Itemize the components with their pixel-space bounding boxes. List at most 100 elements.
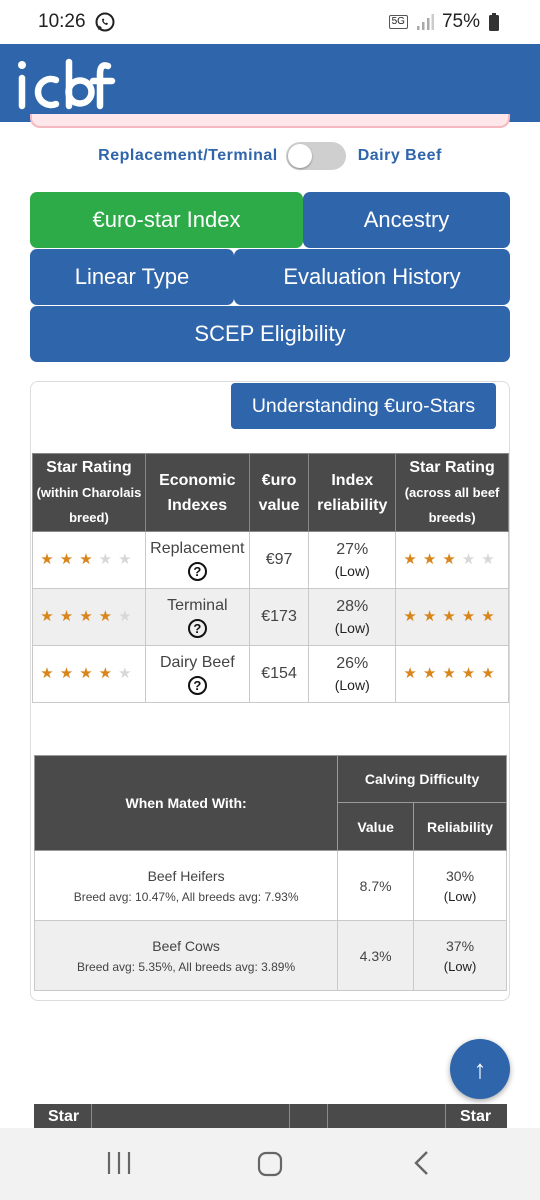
star-filled-icon: ★ [461,665,482,682]
star-filled-icon: ★ [442,608,462,625]
stars-within-cell: ★★★★★ [32,531,146,589]
star-filled-icon: ★ [79,665,99,682]
reliability-label: (Low) [334,563,370,579]
system-nav-bar [0,1128,540,1200]
breed-average: Breed avg: 10.47%, All breeds avg: 7.93% [73,889,299,904]
calving-value: 8.7% [337,850,415,921]
star-empty-icon: ★ [118,551,138,568]
recent-apps-icon[interactable] [104,1150,134,1176]
star-filled-icon: ★ [59,665,80,682]
reliability-value: 26% [336,655,369,672]
star-filled-icon: ★ [422,551,443,568]
header-when-mated-with: When Mated With: [33,755,339,851]
next-table-header: Star Star [34,1104,507,1128]
signal-icon [416,14,434,30]
toggle-knob [287,144,312,168]
reliability-value: 27% [336,541,369,558]
star-filled-icon: ★ [461,608,482,625]
star-rating: ★★★★★ [396,549,508,571]
header-calving-difficulty: Calving Difficulty [337,755,507,803]
next-table-star-header: Star [34,1104,92,1128]
tab-scep-eligibility[interactable]: SCEP Eligibility [30,306,510,362]
star-filled-icon: ★ [59,608,80,625]
tab-linear-type[interactable]: Linear Type [30,249,234,305]
alert-banner [30,114,510,128]
star-filled-icon: ★ [40,608,60,625]
index-name: Dairy Beef [159,653,235,671]
reliability-label: (Low) [334,620,370,636]
mated-with-name: Beef Cows [152,937,220,954]
star-filled-icon: ★ [403,608,423,625]
star-filled-icon: ★ [98,665,119,682]
star-filled-icon: ★ [422,608,443,625]
star-rating: ★★★★★ [33,549,145,571]
help-icon[interactable]: ? [187,618,207,638]
next-table-star-header-right: Star [460,1108,492,1125]
index-name: Replacement [150,539,245,557]
help-icon[interactable]: ? [187,675,207,695]
back-icon[interactable] [410,1149,434,1177]
stars-across-cell: ★★★★★ [395,531,509,589]
stars-within-cell: ★★★★★ [32,588,146,646]
star-filled-icon: ★ [422,665,443,682]
calving-reliability-label: (Low) [443,888,477,904]
star-filled-icon: ★ [98,608,119,625]
battery-icon [489,13,499,31]
euro-value: €97 [248,531,310,589]
header-value: Value [337,802,415,851]
star-filled-icon: ★ [442,665,462,682]
mated-with-name: Beef Heifers [147,867,225,884]
table-row: ★★★★★ Terminal? €173 28% (Low) ★★★★★ [32,588,509,646]
breed-average: Breed avg: 5.35%, All breeds avg: 3.89% [77,959,296,974]
stars-across-cell: ★★★★★ [395,645,509,703]
star-filled-icon: ★ [79,551,99,568]
understanding-euro-stars-button[interactable]: Understanding €uro-Stars [231,383,496,429]
tab-ancestry[interactable]: Ancestry [303,192,510,248]
stars-within-cell: ★★★★★ [32,645,146,703]
header-star-within: Star Rating (within Charolais breed) [32,453,146,532]
battery-percent: 75% [441,11,480,32]
header-index-reliability: Index reliability [308,453,397,532]
icbf-logo[interactable] [16,54,116,110]
status-bar: 10:26 5G 75% [0,0,540,44]
star-filled-icon: ★ [40,551,60,568]
star-filled-icon: ★ [79,608,99,625]
toggle-right-label: Dairy Beef [357,147,442,164]
star-empty-icon: ★ [98,551,119,568]
table-row: Beef Cows Breed avg: 5.35%, All breeds a… [33,920,507,991]
toggle-left-label: Replacement/Terminal [98,147,278,164]
header-star-across: Star Rating (across all beef breeds) [395,453,509,532]
calving-reliability: 30% [446,867,475,884]
calving-difficulty-table: When Mated With: Calving Difficulty Valu… [33,755,507,991]
star-filled-icon: ★ [59,551,80,568]
star-rating: ★★★★★ [396,606,508,628]
star-filled-icon: ★ [481,608,501,625]
header-economic-indexes: Economic Indexes [144,453,250,532]
star-empty-icon: ★ [461,551,482,568]
status-time: 10:26 [38,11,86,32]
star-filled-icon: ★ [442,551,462,568]
table-row: Beef Heifers Breed avg: 10.47%, All bree… [33,850,507,921]
calving-reliability-label: (Low) [443,958,477,974]
calving-reliability: 37% [446,937,475,954]
help-icon[interactable]: ? [187,561,207,581]
star-filled-icon: ★ [40,665,60,682]
star-rating: ★★★★★ [33,606,145,628]
home-icon[interactable] [256,1150,284,1178]
replacement-dairy-toggle[interactable] [285,142,346,170]
table-row: ★★★★★ Dairy Beef? €154 26% (Low) ★★★★★ [32,645,509,703]
app-header [0,44,540,122]
euro-value: €173 [248,588,310,646]
arrow-up-icon: ↑ [473,1053,487,1084]
header-euro-value: €uro value [248,453,310,532]
euro-value: €154 [248,645,310,703]
scroll-to-top-button[interactable]: ↑ [450,1039,510,1099]
star-filled-icon: ★ [403,551,423,568]
header-reliability: Reliability [413,802,507,851]
star-filled-icon: ★ [481,665,501,682]
tab-euro-star-index[interactable]: €uro-star Index [30,192,303,248]
tab-evaluation-history[interactable]: Evaluation History [234,249,510,305]
star-empty-icon: ★ [118,608,138,625]
whatsapp-icon [95,12,115,32]
star-rating: ★★★★★ [396,663,508,685]
